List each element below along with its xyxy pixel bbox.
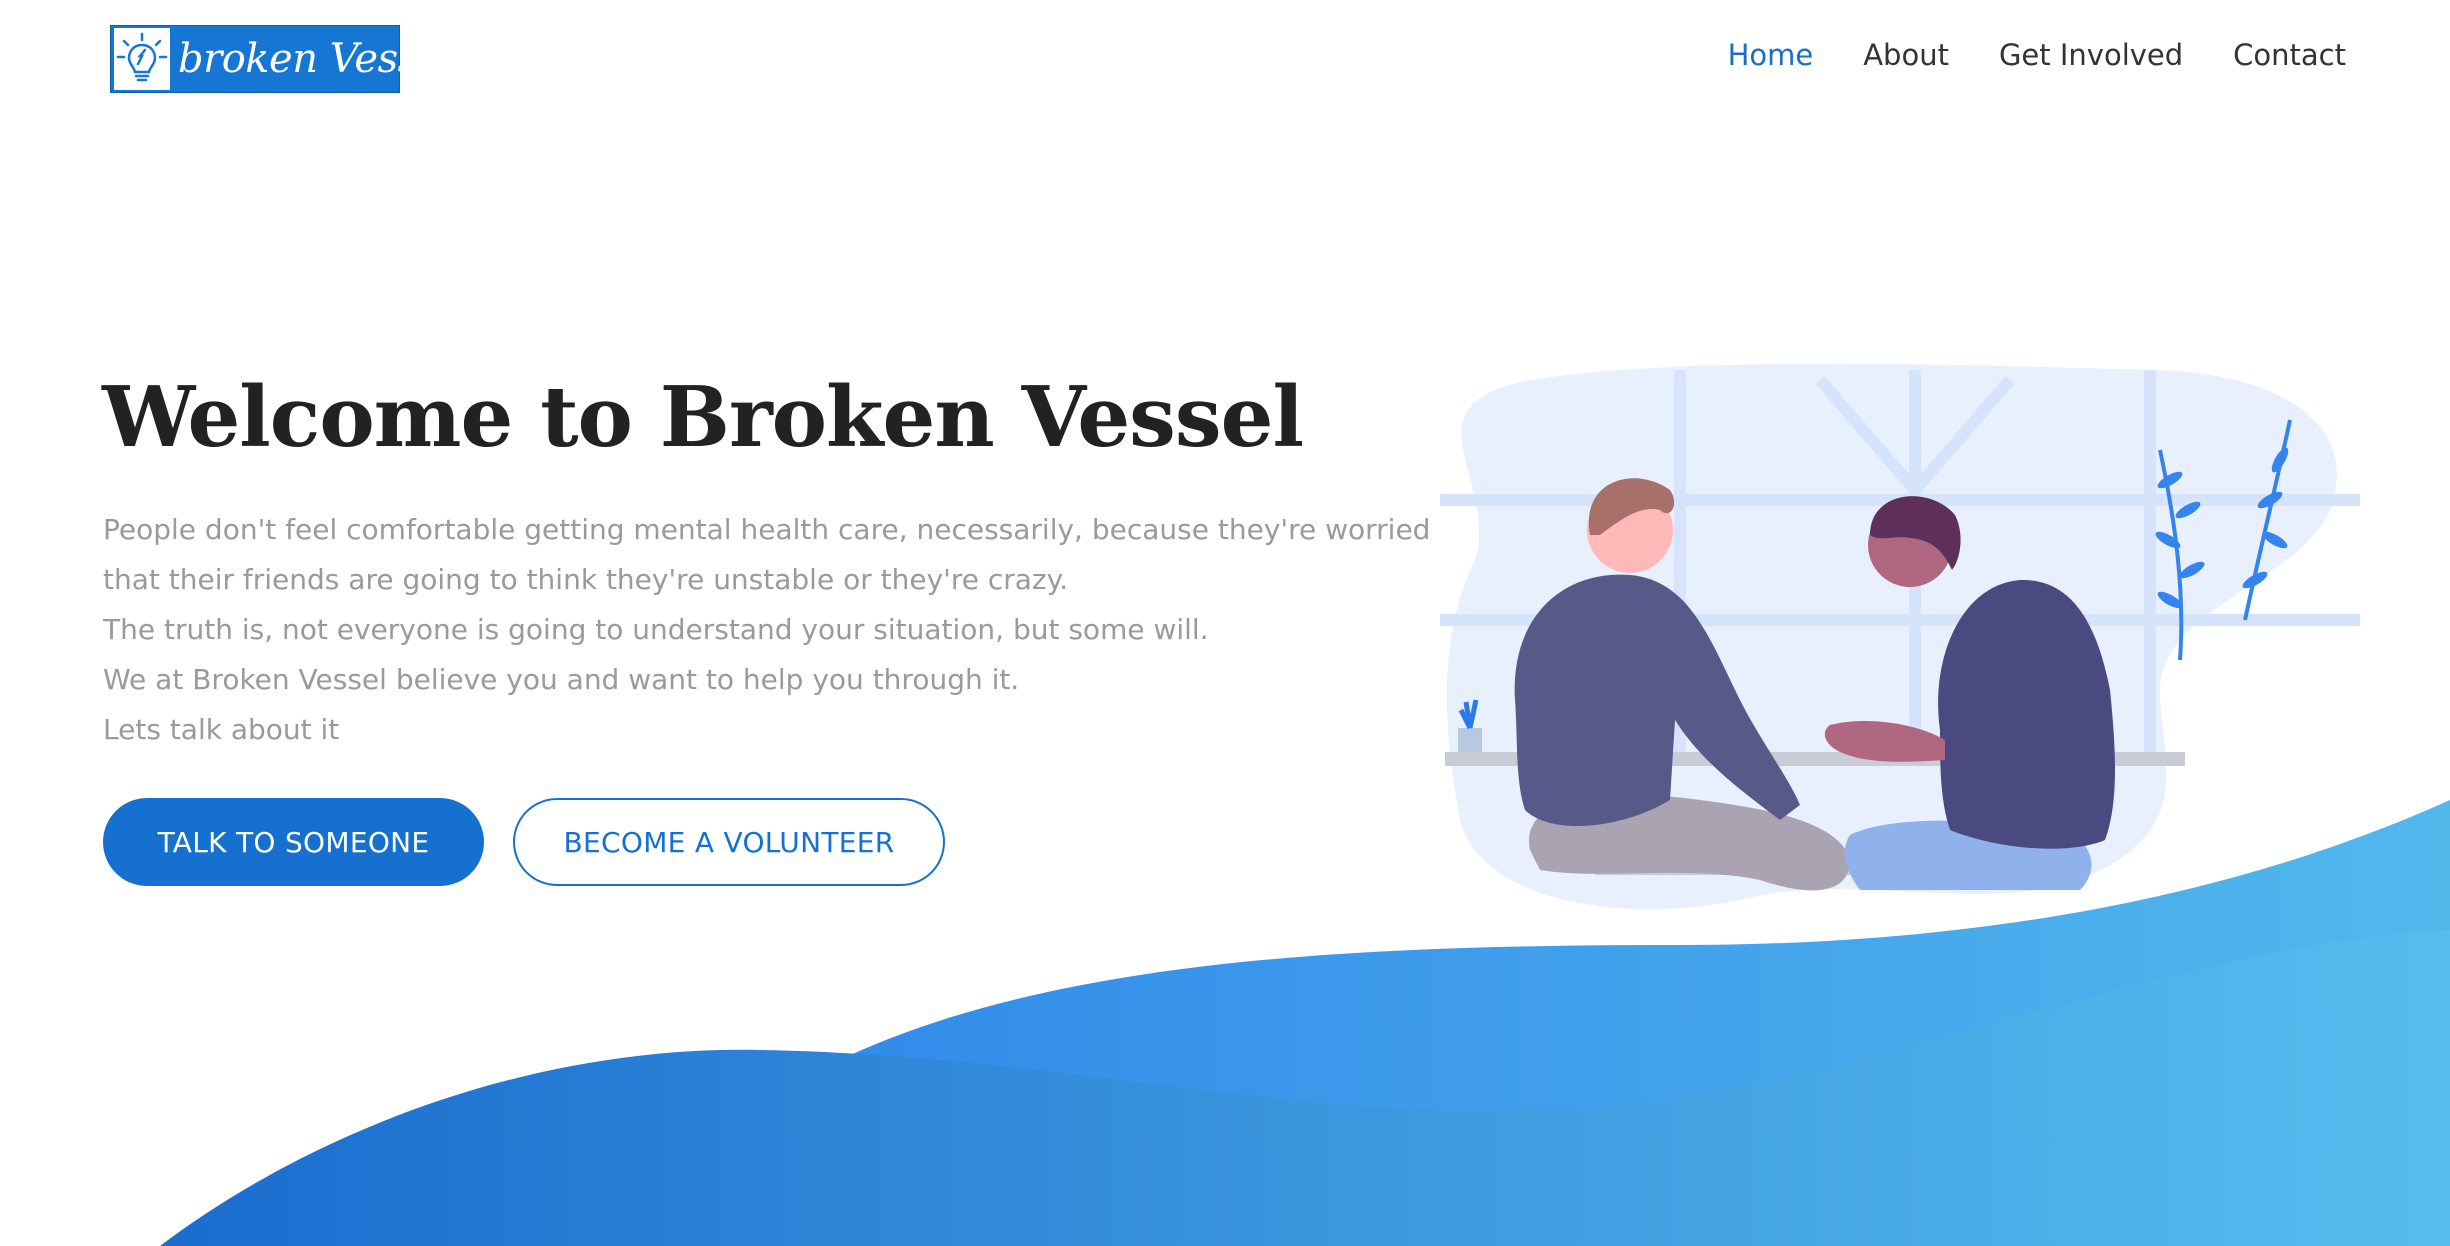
main-nav: Home About Get Involved Contact bbox=[1728, 38, 2346, 72]
hero-title: Welcome to Broken Vessel bbox=[102, 368, 1304, 466]
nav-get-involved[interactable]: Get Involved bbox=[1999, 38, 2183, 72]
logo-text: broken Vessel bbox=[178, 36, 454, 82]
logo[interactable]: broken Vessel bbox=[110, 25, 454, 93]
nav-home[interactable]: Home bbox=[1728, 38, 1814, 72]
hero-paragraph: that their friends are going to think th… bbox=[103, 563, 1069, 596]
lightbulb-icon bbox=[114, 28, 170, 90]
site-header: broken Vessel Home About Get Involved Co… bbox=[0, 0, 2450, 120]
hero-illustration bbox=[1440, 363, 2360, 910]
become-volunteer-button[interactable]: BECOME A VOLUNTEER bbox=[513, 798, 945, 886]
hero-paragraph: We at Broken Vessel believe you and want… bbox=[103, 663, 1020, 696]
nav-about[interactable]: About bbox=[1863, 38, 1949, 72]
talk-to-someone-button[interactable]: TALK TO SOMEONE bbox=[103, 798, 484, 886]
nav-contact[interactable]: Contact bbox=[2233, 38, 2346, 72]
hero-paragraph: The truth is, not everyone is going to u… bbox=[103, 613, 1209, 646]
hero-description: People don't feel comfortable getting me… bbox=[103, 505, 1431, 755]
hero-paragraph: Lets talk about it bbox=[103, 713, 340, 746]
hero-paragraph: People don't feel comfortable getting me… bbox=[103, 513, 1431, 546]
